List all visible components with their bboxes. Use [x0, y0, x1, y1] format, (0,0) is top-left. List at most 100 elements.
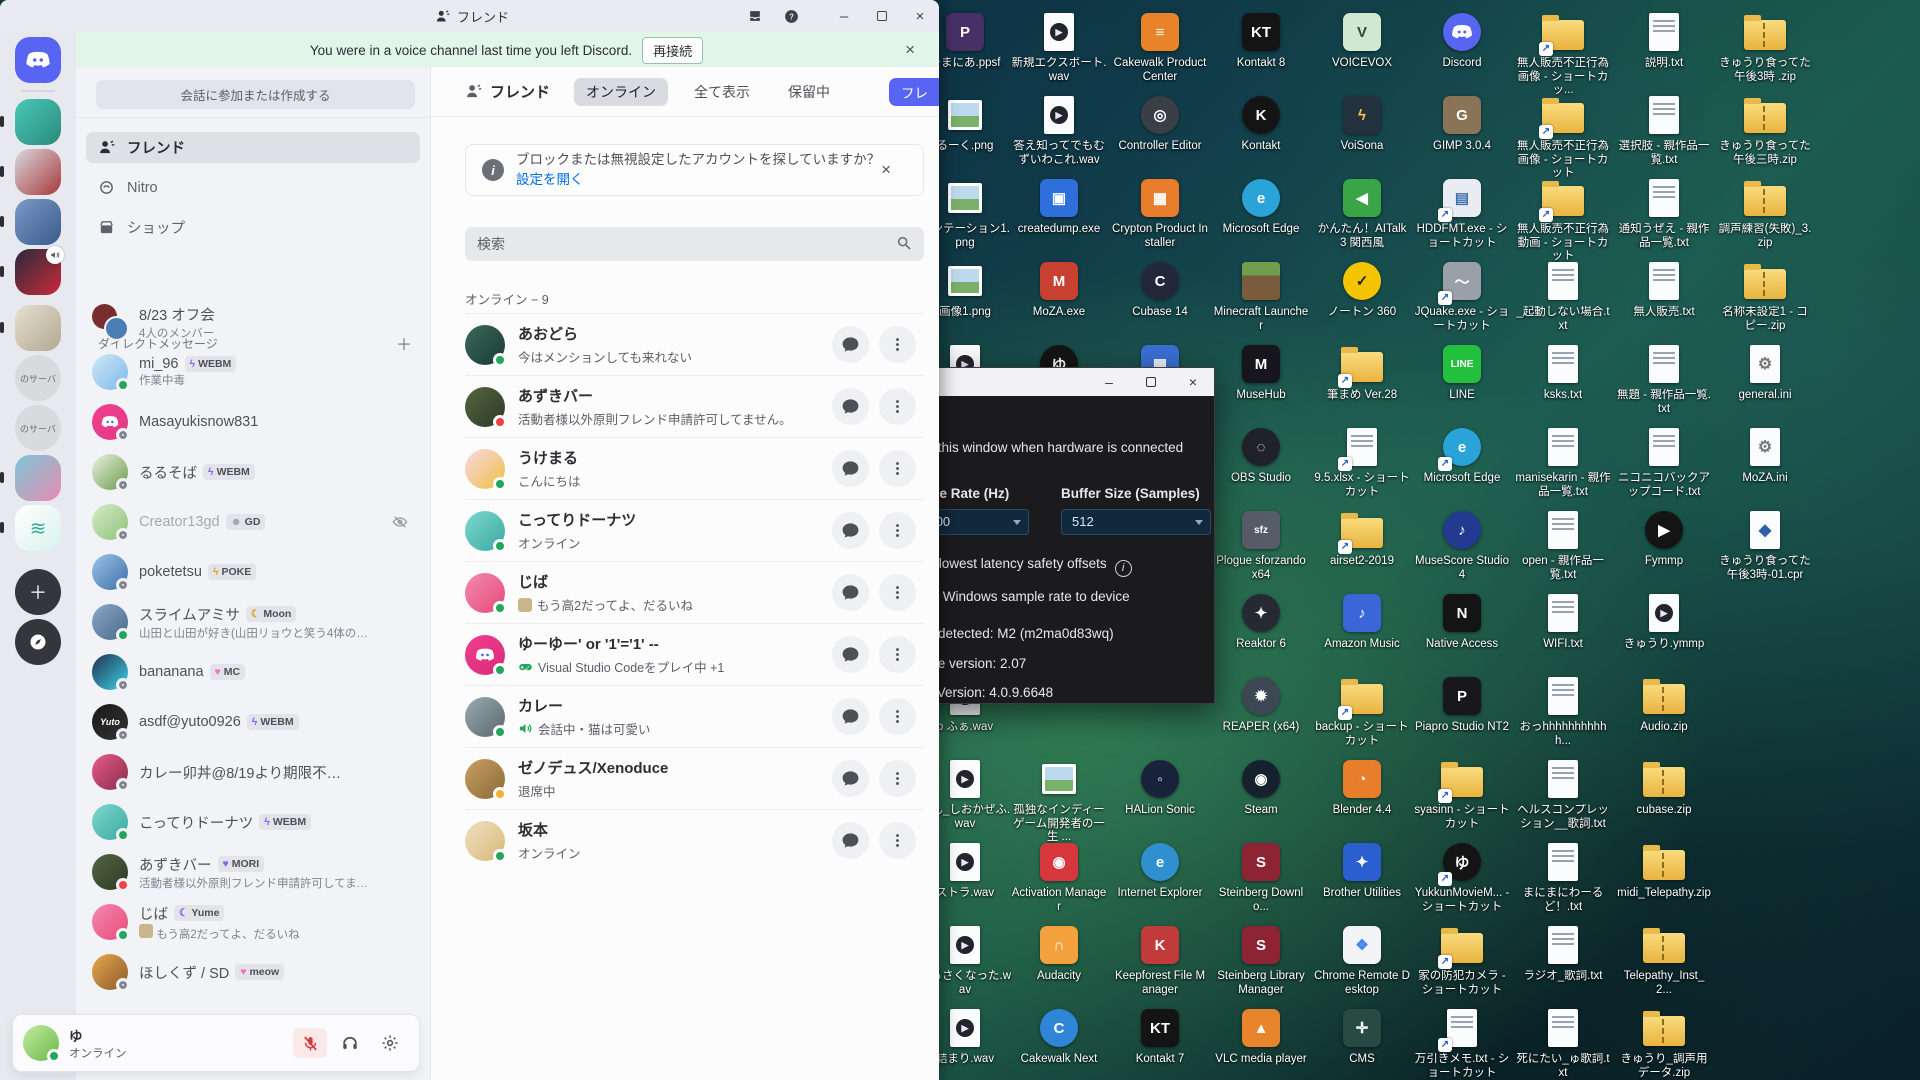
desktop-icon-createdump-exe[interactable]: ▣createdump.exe — [1011, 176, 1107, 237]
desktop-icon-Amazon-Music[interactable]: ♪Amazon Music — [1314, 591, 1410, 652]
desktop-icon---------------------[interactable]: ↗無人販売不正行為動画 - ショートカット — [1515, 176, 1611, 264]
desktop-icon-Discord[interactable]: Discord — [1414, 10, 1510, 71]
more-options-button[interactable] — [879, 636, 916, 673]
desktop-icon-VOICEVOX[interactable]: VVOICEVOX — [1314, 10, 1410, 71]
add-server-button[interactable]: ＋ — [15, 569, 61, 615]
desktop-icon-Audio-zip[interactable]: Audio.zip — [1616, 674, 1712, 735]
message-button[interactable] — [832, 388, 869, 425]
desktop-icon------------------[interactable]: ↗家の防犯カメラ - ショートカット — [1414, 923, 1510, 997]
desktop-icon-VLC-media-player[interactable]: ▲VLC media player — [1213, 1006, 1309, 1067]
desktop-icon---------------------[interactable]: ↗無人販売不正行為画像 - ショートカット — [1515, 93, 1611, 181]
add-friend-button[interactable]: フレ — [889, 78, 939, 106]
server-item-6[interactable]: のサーバ — [15, 355, 61, 401]
message-button[interactable] — [832, 450, 869, 487]
friend-row[interactable]: あおどら今はメンションしても来れない — [465, 313, 924, 375]
close-button[interactable]: × — [901, 0, 939, 32]
home-button[interactable] — [15, 37, 61, 83]
avatar[interactable] — [23, 1025, 59, 1061]
desktop-icon-WIFI-txt[interactable]: WIFI.txt — [1515, 591, 1611, 652]
dm-item[interactable]: あずきバー♥MORI活動者様以外原則フレンド申請許可してません。 — [84, 849, 422, 895]
desktop-icon-Brother-Utilities[interactable]: ✦Brother Utilities — [1314, 840, 1410, 901]
dm-item[interactable]: スライムアミサ☾Moon山田と山田が好き(山田リョウと笑う4体の山) — [84, 599, 422, 645]
server-item-2[interactable] — [15, 149, 61, 195]
dm-item[interactable]: poketetsuϟPOKE — [84, 549, 422, 595]
desktop-icon-cubase-zip[interactable]: cubase.zip — [1616, 757, 1712, 818]
desktop-icon-OBS-Studio[interactable]: ◌OBS Studio — [1213, 425, 1309, 486]
friend-row[interactable]: こってりドーナツオンライン — [465, 499, 924, 561]
tab-保留中[interactable]: 保留中 — [776, 78, 842, 106]
message-button[interactable] — [832, 698, 869, 735]
dm-item[interactable]: 8/23 オフ会4人のメンバー — [84, 299, 422, 345]
desktop-icon-Cakewalk-Product-Center[interactable]: ≡Cakewalk Product Center — [1112, 10, 1208, 84]
desktop-icon-Telepathy_Inst_2---[interactable]: Telepathy_Inst_2... — [1616, 923, 1712, 997]
desktop-icon-9-5-xlsx----------[interactable]: ↗9.5.xlsx - ショートカット — [1314, 425, 1410, 499]
more-options-button[interactable] — [879, 574, 916, 611]
friend-row[interactable]: カレー会話中・猫は可愛い — [465, 685, 924, 747]
desktop-icon-Audacity[interactable]: ∩Audacity — [1011, 923, 1107, 984]
desktop-icon-Crypton-Product-Installe[interactable]: ▦Crypton Product Installer — [1112, 176, 1208, 250]
desktop-icon-CMS[interactable]: ✛CMS — [1314, 1006, 1410, 1067]
friend-row[interactable]: ゆーゆー' or '1'='1' --Visual Studio Codeをプレ… — [465, 623, 924, 685]
desktop-icon-Steinberg-Library-Manage[interactable]: SSteinberg Library Manager — [1213, 923, 1309, 997]
desktop-icon-Chrome-Remote-Desktop[interactable]: ❖Chrome Remote Desktop — [1314, 923, 1410, 997]
desktop-icon-open---------txt[interactable]: open - 親作品一覧.txt — [1515, 508, 1611, 582]
message-button[interactable] — [832, 760, 869, 797]
desktop-icon-----_----txt[interactable]: 死にたい_ゅ歌詞.txt — [1515, 1006, 1611, 1080]
dm-item[interactable]: Creator13gd☻GD — [84, 499, 422, 545]
friend-row[interactable]: うけまるこんにちは — [465, 437, 924, 499]
info-icon[interactable]: i — [1115, 560, 1132, 577]
maximize-button[interactable] — [863, 0, 901, 32]
desktop-icon--------------zip[interactable]: きゅうり食ってた午後三時.zip — [1717, 93, 1813, 167]
desktop-icon------txt[interactable]: 無人販売.txt — [1616, 259, 1712, 320]
desktop-icon-MuseScore-Studio-4[interactable]: ♪MuseScore Studio 4 — [1414, 508, 1510, 582]
dialog-maximize-button[interactable] — [1130, 368, 1172, 396]
desktop-icon-general-ini[interactable]: ⚙general.ini — [1717, 342, 1813, 403]
desktop-icon-Piapro-Studio-NT2[interactable]: PPiapro Studio NT2 — [1414, 674, 1510, 735]
sync-sample-rate-label[interactable]: Sync Windows sample rate to device — [909, 589, 1130, 604]
desktop-icon-Steam[interactable]: ◉Steam — [1213, 757, 1309, 818]
message-button[interactable] — [832, 636, 869, 673]
desktop-icon---------------wav[interactable]: ▶答え知ってでもむずいわこれ.wav — [1011, 93, 1107, 167]
desktop-icon------360[interactable]: ✓ノートン 360 — [1314, 259, 1410, 320]
dialog-minimize-button[interactable]: – — [1088, 368, 1130, 396]
desktop-icon-----------txt[interactable]: まにまにわーるど！.txt — [1515, 840, 1611, 914]
dm-item[interactable]: じば☾Yume もう高2だってよ、だるいね — [84, 899, 422, 945]
desktop-icon-backup----------[interactable]: ↗backup - ショートカット — [1314, 674, 1410, 748]
desktop-icon-HALion-Sonic[interactable]: ◦HALion Sonic — [1112, 757, 1208, 818]
more-options-button[interactable] — [879, 822, 916, 859]
desktop-icon----------------------[interactable]: 孤独なインディーゲーム開発者の一生 ... — [1011, 757, 1107, 845]
message-button[interactable] — [832, 822, 869, 859]
desktop-icon-------------txt[interactable]: 選択肢 - 親作品一覧.txt — [1616, 93, 1712, 167]
friend-search-input[interactable]: 検索 — [465, 227, 924, 261]
desktop-icon------AITalk-3----[interactable]: ◀かんたん！AITalk 3 関西風 — [1314, 176, 1410, 250]
help-icon[interactable]: ? — [777, 2, 805, 30]
desktop-icon----_---txt[interactable]: ラジオ_歌詞.txt — [1515, 923, 1611, 984]
desktop-icon-syasinn----------[interactable]: ↗syasinn - ショートカット — [1414, 757, 1510, 831]
desktop-icon-HDDFMT-exe----------[interactable]: ▤↗HDDFMT.exe - ショートカット — [1414, 176, 1510, 250]
desktop-icon-Minecraft-Launcher[interactable]: Minecraft Launcher — [1213, 259, 1309, 333]
desktop-icon-manisekarin---------txt[interactable]: manisekarin - 親作品一覧.txt — [1515, 425, 1611, 499]
sidebar-item-フレンド[interactable]: フレンド — [86, 132, 420, 163]
server-item-9[interactable]: ≋ — [15, 505, 61, 551]
dm-item[interactable]: ほしくず / SD♥meow — [84, 949, 422, 995]
message-button[interactable] — [832, 326, 869, 363]
desktop-icon-Blender-4-4[interactable]: ◔Blender 4.4 — [1314, 757, 1410, 818]
desktop-icon-Internet-Explorer[interactable]: eInternet Explorer — [1112, 840, 1208, 901]
dm-item[interactable]: カレー卯丼@8/19より期限不明活動… — [84, 749, 422, 795]
friend-row[interactable]: ゼノデュス/Xenoduce退席中 — [465, 747, 924, 809]
desktop-icon-Microsoft-Edge[interactable]: e↗Microsoft Edge — [1414, 425, 1510, 486]
desktop-icon---------_3-zip[interactable]: 調声練習(失敗)_3.zip — [1717, 176, 1813, 250]
desktop-icon-ksks-txt[interactable]: ksks.txt — [1515, 342, 1611, 403]
desktop-icon-----_-------zip[interactable]: きゅうり_調声用データ.zip — [1616, 1006, 1712, 1080]
desktop-icon------------__---txt[interactable]: ヘルスコンプレッション__歌詞.txt — [1515, 757, 1611, 831]
headphones-icon[interactable] — [333, 1028, 367, 1058]
sidebar-item-Nitro[interactable]: Nitro — [86, 172, 420, 203]
tab-オンライン[interactable]: オンライン — [574, 78, 668, 106]
desktop-icon-Cubase-14[interactable]: CCubase 14 — [1112, 259, 1208, 320]
desktop-icon-Activation-Manager[interactable]: ◉Activation Manager — [1011, 840, 1107, 914]
desktop-icon-Kontakt-7[interactable]: KTKontakt 7 — [1112, 1006, 1208, 1067]
desktop-icon-----------3--01-cpr[interactable]: ◆きゅうり食ってた午後3時-01.cpr — [1717, 508, 1813, 582]
server-item-1[interactable] — [15, 99, 61, 145]
desktop-icon----------wav[interactable]: ▶新規エクスポート.wav — [1011, 10, 1107, 84]
server-item-7[interactable]: のサーバ — [15, 405, 61, 451]
